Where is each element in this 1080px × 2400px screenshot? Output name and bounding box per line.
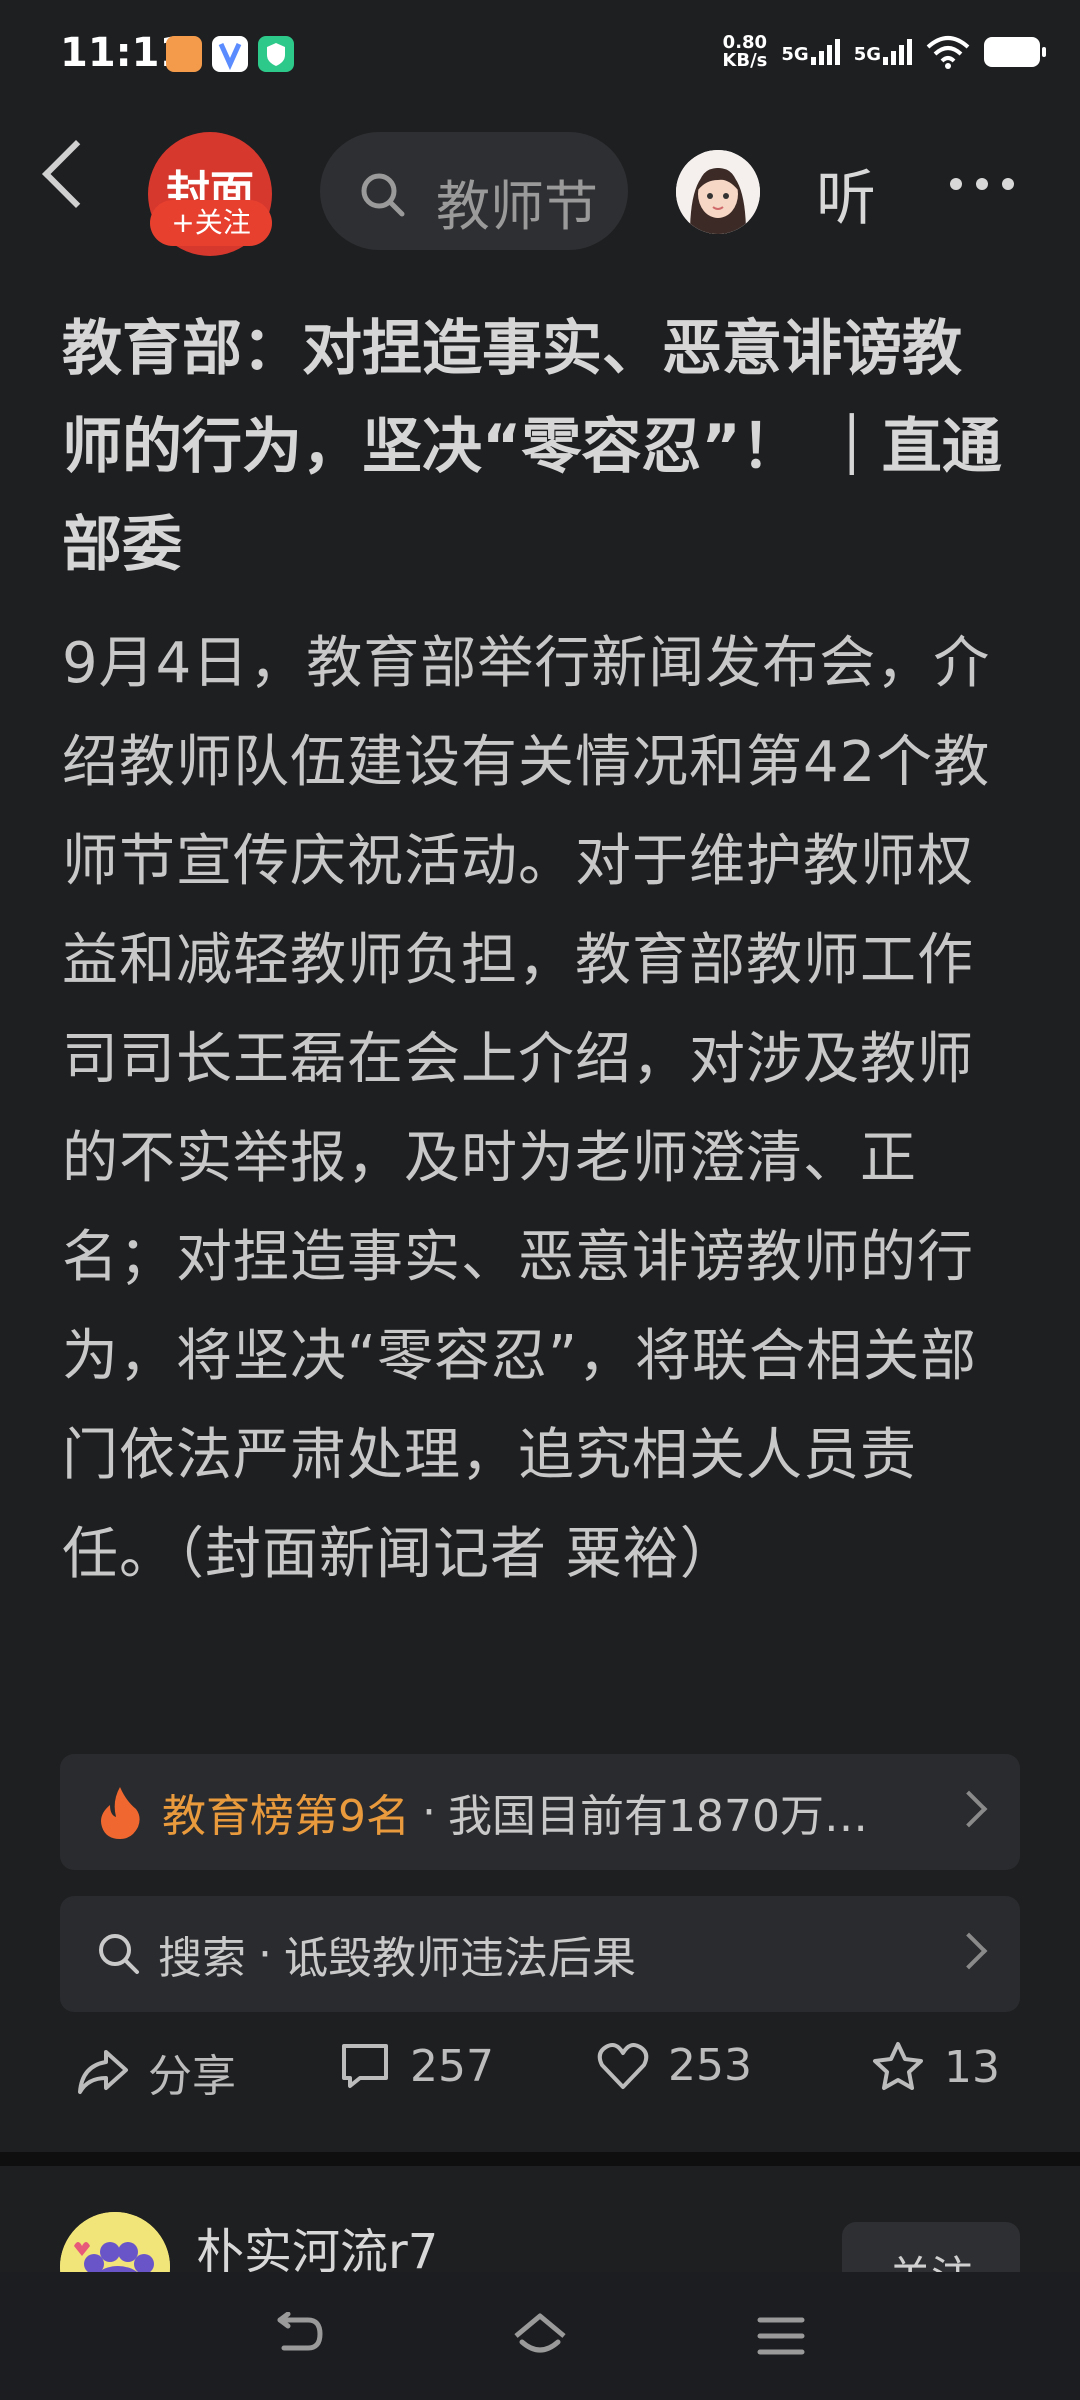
menu-nav-icon[interactable] [756,2314,806,2358]
favorite-button[interactable]: 13 [870,2040,1000,2094]
search-suggestion-card[interactable]: 搜索 · 诋毁教师违法后果 [60,1896,1020,2012]
rank-label: 教育榜第9名 [162,1791,410,1842]
app-notification-icon [212,36,248,72]
signal-type: 5G [781,44,809,65]
rank-text: 我国目前有1870万… [448,1791,868,1842]
flame-icon [101,1787,140,1839]
signal-bars-icon [883,39,912,65]
hot-rank-card[interactable]: 教育榜第9名 · 我国目前有1870万… [60,1754,1020,1870]
net-speed-unit: KB/s [722,50,768,71]
separator: · [422,1786,436,1838]
heart-icon [597,2042,649,2089]
home-nav-icon[interactable] [510,2312,570,2360]
article-body: 9月4日，教育部举行新闻发布会，介绍教师队伍建设有关情况和第42个教师节宣传庆祝… [62,631,991,1587]
action-bar: 分享 257 253 13 [0,2040,1080,2120]
share-label: 分享 [148,2051,236,2102]
comment-button[interactable]: 257 [338,2040,494,2092]
net-speed: 0.80 KB/s [722,34,767,70]
search-icon [99,1934,139,1974]
comment-icon [342,2044,388,2088]
user-avatar[interactable] [676,150,760,234]
search-query: 诋毁教师违法后果 [284,1933,636,1984]
signal-bars-icon [810,39,840,65]
search-label: 搜索 [158,1933,246,1984]
back-nav-icon[interactable] [270,2312,326,2360]
chevron-right-icon [950,1932,988,1970]
wifi-icon [926,36,970,69]
like-button[interactable]: 253 [596,2040,752,2091]
share-button[interactable]: 分享 [76,2040,236,2104]
more-options-icon[interactable] [950,178,1014,190]
follow-publisher-button[interactable]: +关注 [150,200,272,246]
favorite-count: 13 [944,2041,1000,2093]
signal-2: 5G [854,39,912,65]
shield-icon [258,36,294,72]
signal-type: 5G [853,44,881,65]
back-button[interactable] [42,140,110,208]
search-icon [361,173,405,217]
system-nav-bar [0,2272,1080,2400]
listen-button[interactable]: 听 [816,150,876,237]
like-count: 253 [668,2040,752,2091]
search-bar[interactable]: 教师节 [320,132,628,250]
share-icon [78,2050,128,2094]
article-title: 教育部：对捏造事实、恶意诽谤教师的行为，坚决“零容忍”！ ｜直通部委 [62,314,1002,580]
comment-count: 257 [410,2040,494,2092]
star-icon [873,2042,923,2090]
signal-1: 5G [781,39,840,65]
chevron-right-icon [950,1790,988,1828]
status-indicators: 0.80 KB/s 5G 5G [722,34,1046,70]
battery-icon [984,37,1046,67]
section-divider [0,2152,1080,2166]
search-text: 教师节 [436,175,598,238]
separator: · [258,1928,272,1980]
app-notification-icon [166,36,202,72]
